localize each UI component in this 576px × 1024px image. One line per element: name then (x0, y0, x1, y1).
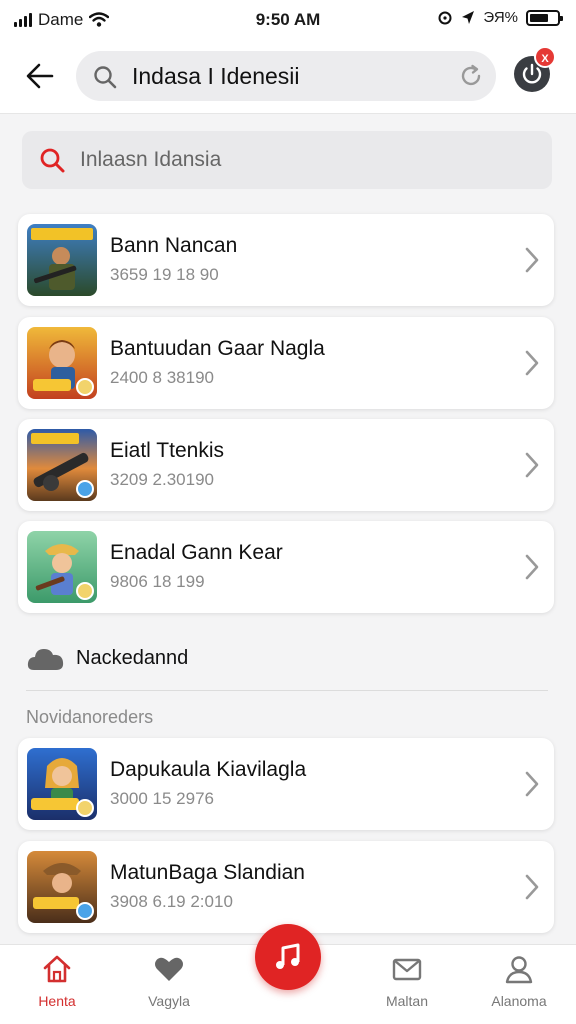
result-meta: 9806 18 199 (110, 572, 205, 591)
game-thumbnail (27, 224, 97, 296)
music-note-icon (276, 943, 300, 969)
cloud-icon (27, 649, 64, 670)
home-icon (43, 955, 71, 983)
result-card[interactable]: Eiatl Ttenkis 3209 2.30190 (18, 419, 554, 511)
arrow-left-icon (26, 63, 54, 89)
nav-profile[interactable]: Alanoma (464, 945, 574, 1024)
location-icon (462, 10, 475, 24)
nav-mail[interactable]: Maltan (352, 945, 462, 1024)
top-search-text: Indasa I Idenesii (132, 63, 300, 89)
search-icon (40, 148, 65, 173)
search-icon (94, 66, 117, 89)
section-subheading: Novidanoreders (26, 707, 154, 727)
nav-label: Henta (38, 993, 76, 1009)
result-meta: 3659 19 18 90 (110, 265, 219, 284)
result-card[interactable]: MatunBaga Slandian 3908 6.19 2:010 (18, 841, 554, 933)
status-right-text: ЭЯ% (483, 9, 518, 26)
status-bar: Dame 9:50 AM ЭЯ% (0, 0, 576, 40)
notification-badge: X (534, 46, 556, 68)
chevron-right-icon (525, 771, 539, 797)
chevron-right-icon (525, 350, 539, 376)
game-thumbnail (27, 531, 97, 603)
chevron-right-icon (525, 452, 539, 478)
nav-label: Vagyla (148, 993, 190, 1009)
search-box[interactable] (22, 131, 552, 189)
status-right: ЭЯ% (437, 9, 563, 26)
game-thumbnail (27, 851, 97, 923)
alarm-icon (438, 11, 452, 24)
heart-icon (155, 957, 183, 981)
result-meta: 3908 6.19 2:010 (110, 892, 233, 911)
refresh-icon[interactable] (458, 63, 484, 89)
result-meta: 3000 15 2976 (110, 789, 214, 808)
nav-home[interactable]: Henta (2, 945, 112, 1024)
result-title: MatunBaga Slandian (110, 861, 305, 884)
result-card[interactable]: Bann Nancan 3659 19 18 90 (18, 214, 554, 306)
music-fab-button[interactable] (255, 924, 321, 990)
game-thumbnail (27, 748, 97, 820)
result-card[interactable]: Dapukaula Kiavilagla 3000 15 2976 (18, 738, 554, 830)
result-title: Enadal Gann Kear (110, 541, 283, 564)
person-icon (505, 956, 533, 984)
chevron-right-icon (525, 874, 539, 900)
result-card[interactable]: Enadal Gann Kear 9806 18 199 (18, 521, 554, 613)
divider (26, 690, 548, 691)
result-meta: 2400 8 38190 (110, 368, 214, 387)
nav-label: Maltan (385, 993, 429, 1009)
mail-icon (392, 958, 422, 981)
top-search-bar[interactable]: Indasa I Idenesii (76, 51, 496, 101)
game-thumbnail (27, 429, 97, 501)
search-input[interactable] (80, 143, 520, 177)
nav-favorites[interactable]: Vagyla (114, 945, 224, 1024)
result-title: Bantuudan Gaar Nagla (110, 337, 325, 360)
game-thumbnail (27, 327, 97, 399)
nav-label: Alanoma (491, 993, 547, 1009)
back-button[interactable] (22, 58, 58, 94)
result-title: Bann Nancan (110, 234, 238, 257)
result-title: Dapukaula Kiavilagla (110, 758, 307, 781)
result-meta: 3209 2.30190 (110, 470, 214, 489)
chevron-right-icon (525, 247, 539, 273)
result-title: Eiatl Ttenkis (110, 439, 224, 462)
section-header[interactable]: Nackedannd (26, 636, 548, 682)
battery-icon (526, 9, 563, 26)
section-label: Nackedannd (76, 647, 189, 669)
header: Indasa I Idenesii X (0, 40, 576, 114)
result-card[interactable]: Bantuudan Gaar Nagla 2400 8 38190 (18, 317, 554, 409)
chevron-right-icon (525, 554, 539, 580)
